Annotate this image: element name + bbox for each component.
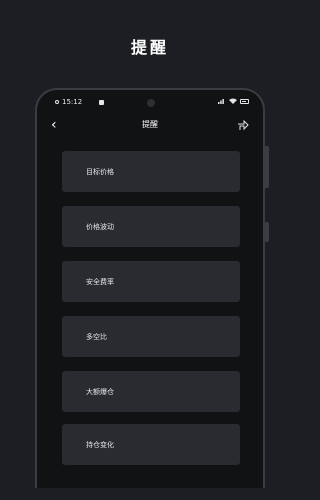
- wifi-icon: [229, 98, 237, 104]
- camera-cutout: [147, 99, 155, 107]
- nav-bar: ‹ 提醒: [37, 116, 263, 136]
- share-icon[interactable]: [237, 119, 249, 131]
- reminder-item-long-short-ratio[interactable]: 多空比: [62, 316, 240, 357]
- phone-frame: 15:12 ‹ 提醒 目标价格 价格波动 安全费率 多空比 大额爆仓 持仓变化: [35, 88, 265, 488]
- alarm-icon: [55, 100, 59, 104]
- status-bar: 15:12: [37, 96, 263, 110]
- phone-power-button: [265, 222, 269, 242]
- status-time: 15:12: [62, 98, 83, 106]
- page-title: 提醒: [142, 120, 158, 129]
- status-right: [218, 98, 249, 104]
- reminder-item-position-change[interactable]: 持仓变化: [62, 424, 240, 465]
- reminder-item-large-liquidation[interactable]: 大额爆仓: [62, 371, 240, 412]
- phone-volume-button: [265, 146, 269, 188]
- reminder-item-target-price[interactable]: 目标价格: [62, 151, 240, 192]
- notification-icon: [99, 99, 105, 105]
- signal-icon: [218, 99, 224, 104]
- battery-icon: [240, 98, 249, 104]
- reminder-item-price-volatility[interactable]: 价格波动: [62, 206, 240, 247]
- promo-title: 提醒: [130, 38, 169, 57]
- reminder-item-safety-rate[interactable]: 安全费率: [62, 261, 240, 302]
- status-left: 15:12: [55, 98, 105, 106]
